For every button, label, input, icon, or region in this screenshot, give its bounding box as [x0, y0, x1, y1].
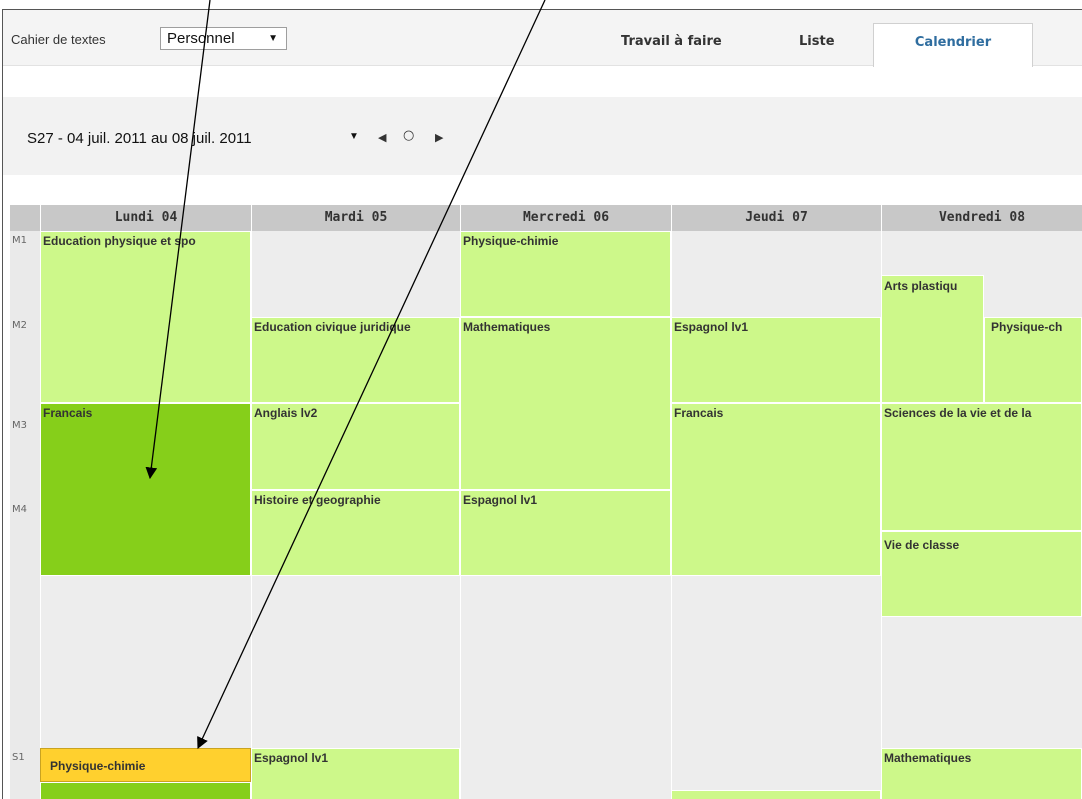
day-header-vendredi: Vendredi 08 [881, 205, 1082, 231]
event-label: Education civique juridique [254, 320, 411, 334]
day-header-lundi: Lundi 04 [40, 205, 251, 231]
chevron-down-icon: ▼ [349, 131, 359, 142]
event-label: Physique-ch [991, 320, 1063, 334]
event-mathematiques-vendredi[interactable]: Mathematiques [881, 748, 1082, 799]
event-sciences-vie-terre[interactable]: Sciences de la vie et de la [881, 403, 1082, 531]
previous-week-icon[interactable]: ◀ [378, 131, 386, 144]
event-label: Espagnol lv1 [254, 751, 329, 765]
day-header-mardi: Mardi 05 [251, 205, 460, 231]
slot-label: M1 [12, 235, 27, 246]
tab-liste[interactable]: Liste [799, 34, 835, 49]
slot-column: M1 M2 M3 M4 S1 [10, 231, 40, 799]
event-arts-plastiques[interactable]: Arts plastiqu [881, 275, 984, 403]
toolbar: Cahier de textes Personnel ▼ Travail à f… [3, 10, 1082, 67]
event-label: Espagnol lv1 [674, 320, 749, 334]
week-navigation: S27 - 04 juil. 2011 au 08 juil. 2011 ▼ ◀… [3, 97, 1082, 175]
slot-label: M2 [12, 320, 27, 331]
event-label: Physique-chimie [50, 759, 146, 773]
event-lundi-s1-continued[interactable] [40, 782, 251, 799]
week-select-value: S27 - 04 juil. 2011 au 08 juil. 2011 [27, 130, 252, 147]
event-anglais[interactable]: Anglais lv2 [251, 403, 460, 490]
event-education-physique[interactable]: Education physique et spo [40, 231, 251, 403]
event-label: Mathematiques [463, 320, 551, 334]
event-mathematiques-mercredi[interactable]: Mathematiques [460, 317, 671, 490]
event-education-civique[interactable]: Education civique juridique [251, 317, 460, 403]
day-header-mercredi: Mercredi 06 [460, 205, 671, 231]
event-physique-chimie-vendredi[interactable]: Physique-ch [984, 317, 1082, 403]
cahier-select-value: Personnel [167, 30, 235, 47]
event-label: Anglais lv2 [254, 406, 318, 420]
event-label: Histoire et geographie [254, 493, 381, 507]
tab-calendrier-label: Calendrier [914, 35, 992, 50]
event-espagnol-jeudi[interactable]: Espagnol lv1 [671, 317, 881, 403]
tab-travail-a-faire[interactable]: Travail à faire [621, 34, 722, 49]
event-francais-jeudi[interactable]: Francais [671, 403, 881, 576]
event-label: Sciences de la vie et de la [884, 406, 1032, 420]
slot-label: M3 [12, 420, 27, 431]
event-label: Mathematiques [884, 751, 972, 765]
event-physique-chimie-highlighted[interactable]: Physique-chimie [40, 748, 251, 782]
slot-label: M4 [12, 504, 27, 515]
event-espagnol-mardi[interactable]: Espagnol lv1 [251, 748, 460, 799]
cahier-label: Cahier de textes [11, 32, 106, 47]
day-header-row: Lundi 04 Mardi 05 Mercredi 06 Jeudi 07 V… [10, 205, 1082, 231]
event-jeudi-partial[interactable] [671, 790, 881, 799]
event-label: Francais [674, 406, 724, 420]
event-label: Vie de classe [884, 538, 960, 552]
event-francais-selected[interactable]: Francais [40, 403, 251, 576]
event-label: Physique-chimie [463, 234, 559, 248]
next-week-icon[interactable]: ▶ [435, 131, 443, 144]
event-espagnol-mercredi[interactable]: Espagnol lv1 [460, 490, 671, 576]
current-week-icon[interactable]: ○ [403, 128, 414, 143]
tab-calendrier[interactable]: Calendrier [873, 23, 1033, 67]
event-physique-chimie-mercredi[interactable]: Physique-chimie [460, 231, 671, 317]
week-calendar-grid: Lundi 04 Mardi 05 Mercredi 06 Jeudi 07 V… [10, 205, 1082, 799]
event-label: Francais [43, 406, 93, 420]
slot-label: S1 [12, 752, 25, 763]
event-label: Espagnol lv1 [463, 493, 538, 507]
event-vie-de-classe[interactable]: Vie de classe [881, 531, 1082, 617]
event-histoire-geographie[interactable]: Histoire et geographie [251, 490, 460, 576]
week-select[interactable]: S27 - 04 juil. 2011 au 08 juil. 2011 ▼ [27, 130, 364, 150]
event-label: Education physique et spo [43, 234, 196, 248]
chevron-down-icon: ▼ [268, 33, 278, 44]
event-label: Arts plastiqu [884, 279, 958, 293]
cahier-select[interactable]: Personnel ▼ [160, 27, 287, 50]
header-corner [10, 205, 40, 231]
day-header-jeudi: Jeudi 07 [671, 205, 881, 231]
